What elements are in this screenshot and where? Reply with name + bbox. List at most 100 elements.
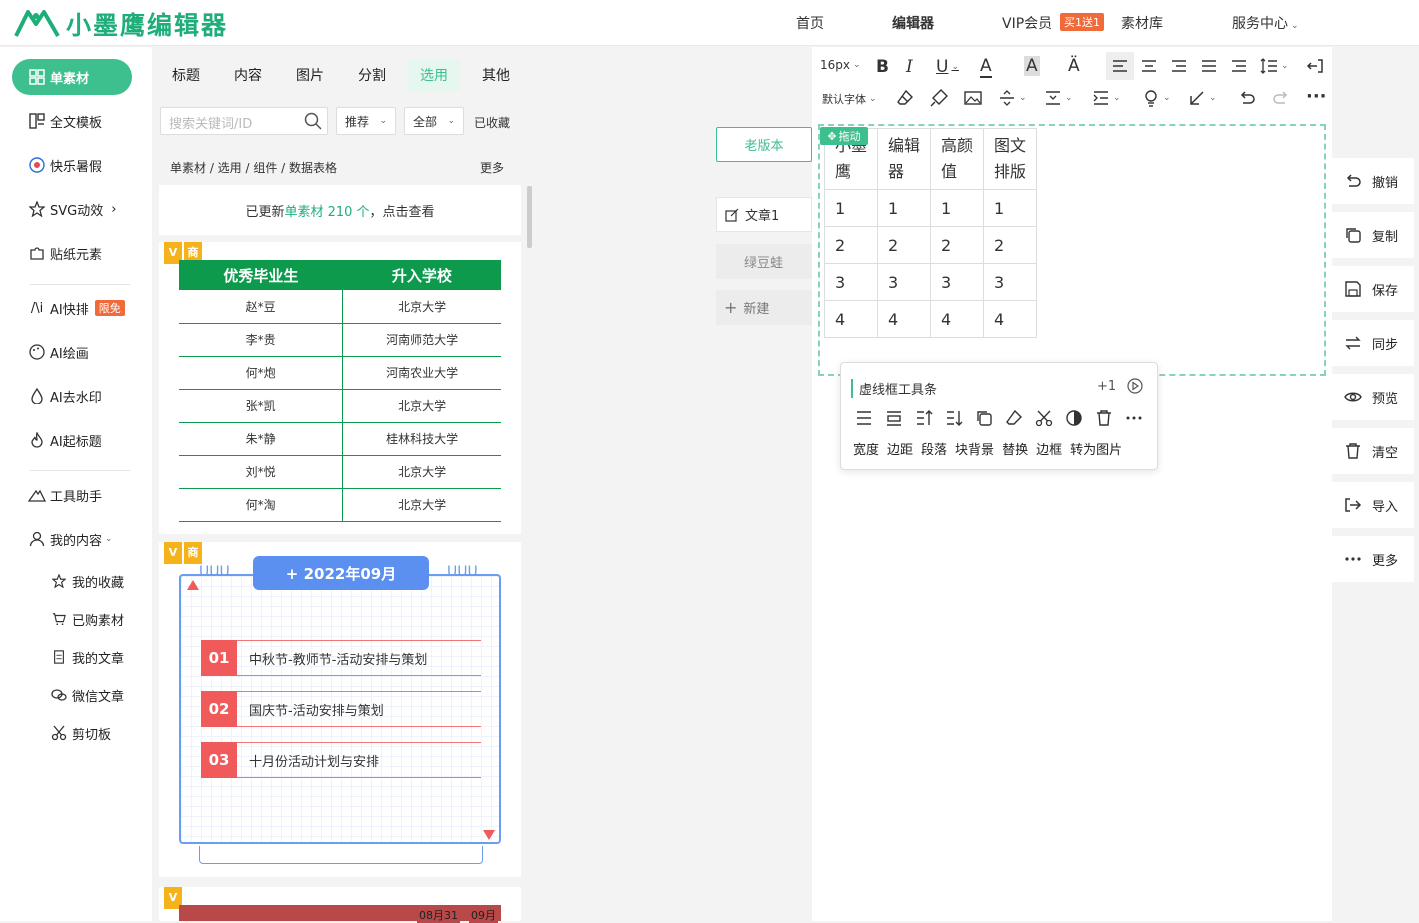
undo-button[interactable]: 撤销 [1332, 158, 1414, 204]
undo-icon[interactable] [1238, 89, 1256, 107]
nav-library[interactable]: 素材库 [1121, 13, 1163, 33]
drag-handle[interactable]: ✥ 拖动 [820, 127, 868, 145]
width-icon[interactable] [855, 409, 873, 427]
save-button[interactable]: 保存 [1332, 266, 1414, 312]
nav-home[interactable]: 首页 [796, 13, 824, 33]
format-painter-icon[interactable] [930, 89, 948, 107]
bulb-icon[interactable]: ⌄ [1142, 89, 1171, 107]
table-cell[interactable]: 4 [824, 300, 878, 338]
align-justify-icon[interactable] [1200, 57, 1218, 75]
sidebar-item-svg[interactable]: SVG动效 › [28, 198, 116, 220]
nav-service[interactable]: 服务中心 ⌄ [1232, 13, 1299, 33]
spacing-icon[interactable]: ⌄ [998, 89, 1027, 107]
table-cell[interactable]: 2 [930, 226, 984, 264]
export-icon[interactable] [1306, 57, 1324, 75]
sort-select[interactable]: 推荐 ⌄ [336, 107, 396, 135]
table-cell[interactable]: 2 [824, 226, 878, 264]
table-cell[interactable]: 2 [877, 226, 931, 264]
tab-content[interactable]: 内容 [234, 65, 262, 85]
table-cell[interactable]: 3 [824, 263, 878, 301]
underline-icon[interactable]: U ⌄ [936, 57, 959, 77]
sidebar-item-ai-draw[interactable]: AI绘画 [28, 341, 89, 363]
indent-icon[interactable] [1230, 57, 1248, 75]
more-icon[interactable] [1125, 409, 1143, 427]
font-size-select[interactable]: 16px ⌄ [820, 58, 861, 72]
search-icon[interactable] [304, 112, 322, 130]
brand-name[interactable]: 小墨鹰编辑器 [66, 6, 228, 42]
sidebar-item-tools[interactable]: 工具助手 [28, 484, 102, 506]
sidebar-item-wechat[interactable]: 微信文章 [50, 684, 124, 706]
paragraph-button[interactable]: 段落 [921, 439, 947, 458]
play-icon[interactable] [1127, 378, 1143, 394]
doc-item-article[interactable]: 文章1 [716, 197, 812, 232]
copy-button[interactable]: 复制 [1332, 212, 1414, 258]
material-card-calendar[interactable]: V 商 ᑌᑌᑌ ᑌᑌᑌ + 2022年09月 01 中秋节-教师节-活动安排与策划… [159, 542, 521, 877]
sidebar-item-ai-title[interactable]: AI起标题 [28, 429, 102, 451]
font-family-select[interactable]: 默认字体 ⌄ [822, 91, 877, 107]
table-cell[interactable]: 4 [877, 300, 931, 338]
sidebar-item-ai-watermark[interactable]: AI去水印 [28, 385, 102, 407]
replace-icon[interactable] [975, 409, 993, 427]
margin-button[interactable]: 边距 [887, 439, 913, 458]
table-cell[interactable]: 4 [930, 300, 984, 338]
clear-button[interactable]: 清空 [1332, 428, 1414, 474]
tab-divider[interactable]: 分割 [358, 65, 386, 85]
tab-image[interactable]: 图片 [296, 65, 324, 85]
italic-icon[interactable]: I [906, 57, 913, 77]
table-cell[interactable]: 3 [877, 263, 931, 301]
doc-item-frog[interactable]: 绿豆蛙 [716, 244, 812, 279]
material-card-table[interactable]: V 商 优秀毕业生 升入学校 赵*豆 北京大学 李*贵 河南师范大学 何*炮 河南农业大… [159, 242, 521, 534]
sidebar-item-ai-layout[interactable]: /\i AI快排 限免 [28, 297, 125, 319]
highlight-icon[interactable]: A [1024, 56, 1040, 76]
font-color-icon[interactable]: A [980, 56, 992, 78]
nav-editor[interactable]: 编辑器 [892, 13, 934, 33]
panel-scrollbar[interactable] [527, 186, 532, 248]
table-cell[interactable]: 2 [983, 226, 1037, 264]
editor-table[interactable]: 小墨鹰 编辑器 高颜值 图文排版 1111 2222 3333 4444 [824, 128, 1037, 338]
sidebar-item-purchased[interactable]: 已购素材 [50, 608, 124, 630]
more-button[interactable]: 更多 [1332, 536, 1414, 582]
paragraph-spacing-icon[interactable]: ⌄ [1044, 89, 1073, 107]
border-button[interactable]: 边框 [1036, 439, 1062, 458]
table-cell[interactable]: 1 [983, 189, 1037, 227]
update-notice[interactable]: 已更新 单素材 210 个，点击查看 [159, 185, 521, 235]
old-version-button[interactable]: 老版本 [716, 127, 812, 162]
table-cell[interactable]: 1 [877, 189, 931, 227]
to-image-button[interactable]: 转为图片 [1070, 439, 1122, 458]
import-button[interactable]: 导入 [1332, 482, 1414, 528]
line-height-icon[interactable]: ⌄ [1260, 57, 1289, 75]
sidebar-item-my-content[interactable]: 我的内容 ⌄ [28, 528, 113, 550]
paragraph-icon[interactable] [915, 409, 933, 427]
table-cell[interactable]: 图文排版 [983, 128, 1037, 190]
material-card-strip[interactable]: V 08月31 09月 [159, 887, 521, 923]
table-cell[interactable]: 4 [983, 300, 1037, 338]
eraser-icon[interactable] [1005, 409, 1023, 427]
table-cell[interactable]: 1 [824, 189, 878, 227]
margin-icon[interactable] [885, 409, 903, 427]
table-cell[interactable]: 1 [930, 189, 984, 227]
sidebar-item-clipboard[interactable]: 剪切板 [50, 722, 111, 744]
align-left-icon[interactable] [1106, 52, 1134, 80]
bold-icon[interactable]: B [876, 57, 889, 77]
table-cell[interactable]: 编辑器 [877, 128, 931, 190]
eraser-icon[interactable] [896, 89, 914, 107]
contrast-icon[interactable] [1065, 409, 1083, 427]
search-input[interactable]: 搜索关键词/ID [160, 107, 328, 135]
sidebar-item-summer[interactable]: 快乐暑假 [28, 154, 102, 176]
nav-vip[interactable]: VIP会员 [1002, 13, 1052, 33]
image-icon[interactable] [964, 89, 982, 107]
more-link[interactable]: 更多 [480, 159, 504, 176]
sync-button[interactable]: 同步 [1332, 320, 1414, 366]
table-cell[interactable]: 高颜值 [930, 128, 984, 190]
sidebar-item-favorites[interactable]: 我的收藏 [50, 570, 124, 592]
redo-icon[interactable] [1272, 89, 1290, 107]
replace-button[interactable]: 替换 [1002, 439, 1028, 458]
align-center-icon[interactable] [1140, 57, 1158, 75]
indent-both-icon[interactable]: ⌄ [1092, 89, 1121, 107]
sidebar-item-templates[interactable]: 全文模板 [28, 110, 102, 132]
more-icon[interactable]: ··· [1306, 86, 1327, 107]
preview-button[interactable]: 预览 [1332, 374, 1414, 420]
scissors-icon[interactable] [1035, 409, 1053, 427]
tab-other[interactable]: 其他 [482, 65, 510, 85]
align-right-icon[interactable] [1170, 57, 1188, 75]
